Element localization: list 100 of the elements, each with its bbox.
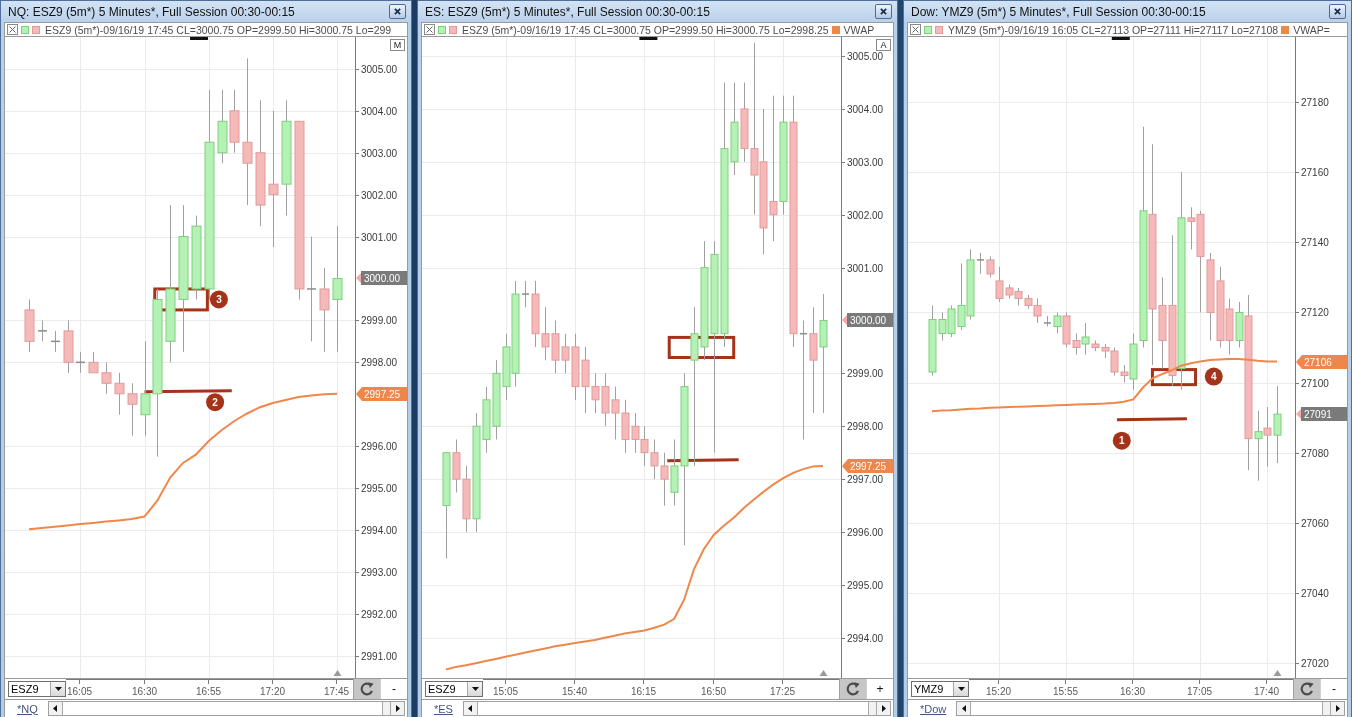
time-axis-label: 16:50 xyxy=(701,686,726,697)
swatch-icon xyxy=(32,25,40,34)
close-icon xyxy=(880,8,887,15)
price-axis-label: 3005.00 xyxy=(847,51,884,62)
caret-down-icon xyxy=(957,687,965,691)
symbol-combobox[interactable]: YMZ9 xyxy=(911,681,969,697)
dropdown-button[interactable] xyxy=(953,682,968,696)
price-axis-label: 3002.00 xyxy=(361,190,398,201)
scrollbar-thumb[interactable] xyxy=(1322,702,1330,715)
candlestick xyxy=(50,330,61,353)
last-price-label: 3000.00 xyxy=(356,271,407,285)
time-axis-label: 16:30 xyxy=(132,686,157,697)
price-axis-label: 27080 xyxy=(1301,448,1329,459)
candlestick xyxy=(1263,406,1272,468)
cursor-marker-icon xyxy=(190,37,209,40)
scrollbar-thumb[interactable] xyxy=(382,702,390,715)
candlestick xyxy=(114,372,125,416)
annotation: 3 xyxy=(216,293,223,305)
refresh-button[interactable] xyxy=(839,679,866,699)
scale-mode-button[interactable]: M xyxy=(390,39,405,51)
caret-down-icon xyxy=(54,687,62,691)
price-axis-label: 27140 xyxy=(1301,237,1329,248)
time-axis-label: 16:55 xyxy=(196,686,221,697)
price-axis-label: 2994.00 xyxy=(847,633,884,644)
dropdown-button[interactable] xyxy=(50,682,65,696)
symbol-combobox[interactable]: ESZ9 xyxy=(425,681,483,697)
candlestick xyxy=(229,89,240,154)
swatch-icon xyxy=(935,25,943,34)
scroll-right-button[interactable] xyxy=(390,702,404,715)
price-axis-label: 2991.00 xyxy=(361,651,398,662)
price-axis-label: 27020 xyxy=(1301,658,1329,669)
right-arrow-icon xyxy=(881,705,886,712)
swatch-icon xyxy=(438,25,446,34)
price-axis-label: 3003.00 xyxy=(847,157,884,168)
sheet-tab-link[interactable]: *NQ xyxy=(5,702,48,715)
scroll-left-button[interactable] xyxy=(463,702,478,715)
close-button[interactable] xyxy=(875,4,892,19)
sheet-tab-link[interactable]: *ES xyxy=(422,702,463,715)
time-axis-label: 15:20 xyxy=(986,686,1011,697)
number-marker: 1 xyxy=(1112,431,1131,450)
price-axis-label: 27100 xyxy=(1301,378,1329,389)
close-button[interactable] xyxy=(1329,4,1346,19)
legend-text: ESZ9 (5m*)-09/16/19 17:45 CL=3000.75 OP=2999.50 Hi=3000.75 Lo=299 xyxy=(45,23,392,36)
candlestick xyxy=(1225,297,1234,355)
close-box-icon[interactable] xyxy=(910,24,921,35)
candlestick xyxy=(1014,287,1023,306)
horizontal-scrollbar[interactable] xyxy=(47,701,405,716)
scroll-left-button[interactable] xyxy=(957,702,972,715)
time-axis-label: 15:55 xyxy=(1053,686,1078,697)
number-marker: 3 xyxy=(209,290,228,309)
price-axis-label: 2996.00 xyxy=(361,441,398,452)
horizontal-scrollbar[interactable] xyxy=(462,701,891,716)
time-axis-label: 16:30 xyxy=(1120,686,1145,697)
swatch-icon xyxy=(21,25,29,34)
study-label: VWAP= xyxy=(1293,23,1330,36)
time-axis-label: 15:40 xyxy=(562,686,587,697)
price-axis-label: 27180 xyxy=(1301,97,1329,108)
price-axis-label: 27120 xyxy=(1301,307,1329,318)
candlestick xyxy=(611,386,620,440)
price-axis-label: 2995.00 xyxy=(847,580,884,591)
close-box-icon[interactable] xyxy=(7,24,18,35)
candlestick xyxy=(621,399,630,454)
number-marker: 4 xyxy=(1204,367,1223,386)
refresh-icon xyxy=(359,681,375,697)
close-box-icon[interactable] xyxy=(424,24,435,35)
pen-stroke xyxy=(1116,417,1187,422)
refresh-button[interactable] xyxy=(353,679,380,699)
scale-mode-button[interactable]: A xyxy=(876,39,891,51)
price-axis-label: 3004.00 xyxy=(847,104,884,115)
price-axis-label: 27160 xyxy=(1301,167,1329,178)
scroll-left-button[interactable] xyxy=(48,702,63,715)
time-axis-label: 17:20 xyxy=(260,686,285,697)
candlestick xyxy=(88,351,99,374)
refresh-button[interactable] xyxy=(1293,679,1320,699)
horizontal-scrollbar[interactable] xyxy=(956,701,1345,716)
price-axis-label: 2995.00 xyxy=(361,483,398,494)
legend-text: YMZ9 (5m*)-09/16/19 16:05 CL=27113 OP=27111 Hi=27117 Lo=27108 xyxy=(948,23,1279,36)
price-axis-label: 3004.00 xyxy=(361,106,398,117)
price-axis-label: 3001.00 xyxy=(361,232,398,243)
dropdown-button[interactable] xyxy=(467,682,482,696)
scroll-right-button[interactable] xyxy=(1330,702,1344,715)
price-axis-label: 2993.00 xyxy=(361,567,398,578)
window-title: ES: ESZ9 (5m*) 5 Minutes*, Full Session 00:30-00:15 xyxy=(425,4,710,19)
scrollbar-thumb[interactable] xyxy=(868,702,876,715)
last-price-label: 27091 xyxy=(1296,407,1347,421)
candlestick xyxy=(541,306,550,361)
left-arrow-icon xyxy=(468,705,473,712)
cursor-marker-icon xyxy=(639,37,658,40)
candlestick xyxy=(551,320,560,374)
price-axis-label: 3003.00 xyxy=(361,148,398,159)
right-arrow-icon xyxy=(395,705,400,712)
price-axis-label: 2997.00 xyxy=(847,474,884,485)
pen-stroke xyxy=(667,458,739,463)
candlestick xyxy=(24,298,35,353)
scroll-right-button[interactable] xyxy=(876,702,890,715)
legend-text: ESZ9 (5m*)-09/16/19 17:45 CL=3000.75 OP=2999.50 Hi=3000.75 Lo=2998.25 xyxy=(462,23,829,36)
symbol-combobox[interactable]: ESZ9 xyxy=(8,681,66,697)
sheet-tab-link[interactable]: *Dow xyxy=(908,702,957,715)
close-button[interactable] xyxy=(389,4,406,19)
price-axis-label: 3001.00 xyxy=(847,263,884,274)
